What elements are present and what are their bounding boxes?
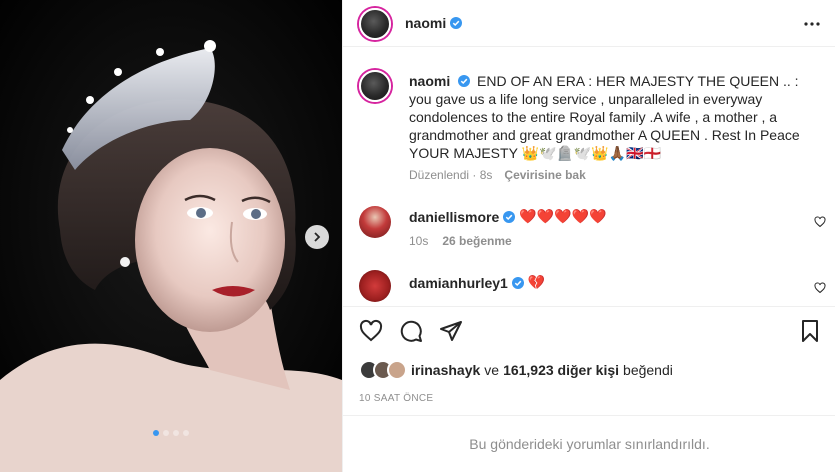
like-heart-icon[interactable] <box>359 319 383 343</box>
caption-meta: Düzenlendi · 8s Çevirisine bak <box>409 168 586 182</box>
commenter-avatar[interactable] <box>359 206 391 238</box>
chevron-right-icon <box>314 232 321 242</box>
next-image-button[interactable] <box>305 225 329 249</box>
comment-like-heart-icon[interactable] <box>814 282 826 294</box>
author-avatar[interactable] <box>359 8 391 40</box>
likes-summary: irinashayk ve 161,923 diğer kişi beğendi <box>359 360 673 380</box>
caption-edited: Düzenlendi · 8s <box>409 168 493 182</box>
caption-username[interactable]: naomi <box>409 73 450 89</box>
comment-text: ❤️❤️❤️❤️❤️ <box>519 208 607 224</box>
comment: damianhurley1 💔 <box>409 274 545 291</box>
post-media[interactable] <box>0 0 342 472</box>
comment-meta: 10s 26 beğenme <box>409 234 512 248</box>
comment: daniellismore ❤️❤️❤️❤️❤️ <box>409 208 606 225</box>
comment-age: 10s <box>409 234 429 248</box>
verified-badge-icon <box>503 210 516 223</box>
post-actions <box>343 306 835 356</box>
likes-connector: ve <box>484 362 500 378</box>
comments-limited-notice: Bu gönderideki yorumlar sınırlandırıldı. <box>343 415 835 472</box>
comment-like-heart-icon[interactable] <box>814 216 826 228</box>
likers-avatars <box>359 360 411 380</box>
carousel-dot <box>173 430 179 436</box>
more-options-icon[interactable] <box>802 14 822 34</box>
caption-avatar[interactable] <box>359 70 391 102</box>
comment-text: 💔 <box>527 274 546 290</box>
comment-likes[interactable]: 26 beğenme <box>442 234 511 248</box>
author-username[interactable]: naomi <box>405 15 446 31</box>
commenter-avatar[interactable] <box>359 270 391 302</box>
carousel-dot <box>183 430 189 436</box>
post-timestamp[interactable]: 10 SAAT ÖNCE <box>359 393 433 404</box>
save-bookmark-icon[interactable] <box>798 319 822 343</box>
comment-username[interactable]: damianhurley1 <box>409 275 508 291</box>
likes-suffix: beğendi <box>623 362 673 378</box>
post-header: naomi <box>343 0 835 47</box>
verified-badge-icon <box>458 75 471 87</box>
other-likers-link[interactable]: 161,923 diğer kişi <box>503 362 619 378</box>
verified-badge-icon <box>511 276 524 289</box>
comment-bubble-icon[interactable] <box>399 319 423 343</box>
carousel-dot-active <box>153 430 159 436</box>
author-name-row: naomi <box>405 15 463 31</box>
verified-badge-icon <box>450 17 463 29</box>
post-image <box>0 0 342 472</box>
carousel-indicators <box>0 430 342 436</box>
share-paper-plane-icon[interactable] <box>439 319 463 343</box>
carousel-dot <box>163 430 169 436</box>
first-liker[interactable]: irinashayk <box>411 362 480 378</box>
liker-avatar <box>387 360 407 380</box>
post-panel: naomi naomi END OF AN ERA : HER MAJESTY … <box>342 0 835 472</box>
see-translation-link[interactable]: Çevirisine bak <box>504 168 585 182</box>
comments-section[interactable]: naomi END OF AN ERA : HER MAJESTY THE QU… <box>343 48 835 306</box>
comment-username[interactable]: daniellismore <box>409 209 499 225</box>
caption: naomi END OF AN ERA : HER MAJESTY THE QU… <box>409 72 819 162</box>
